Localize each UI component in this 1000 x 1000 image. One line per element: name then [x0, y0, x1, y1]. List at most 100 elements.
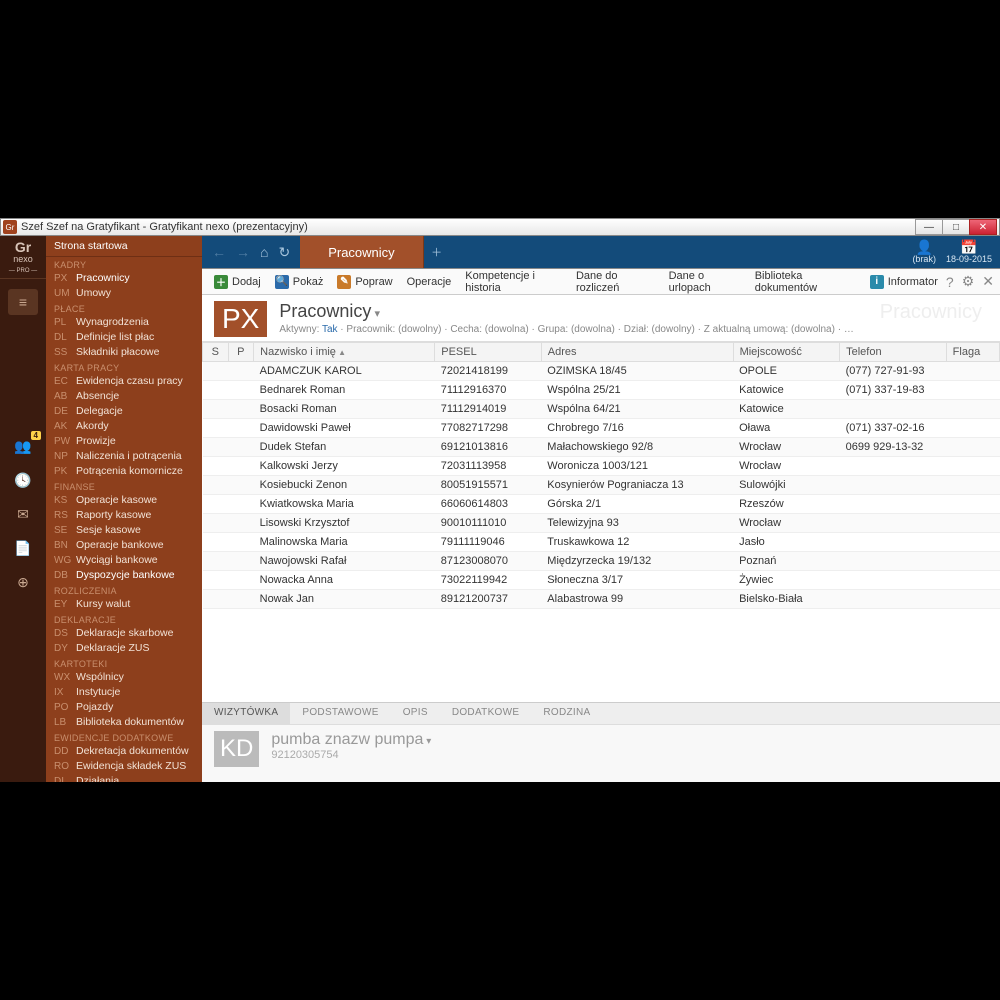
table-row[interactable]: Nowak Jan89121200737Alabastrowa 99Bielsk… — [203, 590, 1000, 609]
nav-back-icon[interactable]: ← — [212, 244, 226, 260]
tab-pracownicy[interactable]: Pracownicy — [300, 236, 423, 268]
sidebar-item[interactable]: ECEwidencja czasu pracy — [46, 374, 202, 389]
sidebar-item[interactable]: IXInstytucje — [46, 685, 202, 700]
app-icon: Gr — [3, 220, 17, 234]
data-grid[interactable]: S P Nazwisko i imię PESEL Adres Miejscow… — [202, 341, 1000, 702]
sidebar-section: KARTA PRACY — [46, 360, 202, 374]
lib-button[interactable]: Biblioteka dokumentów — [749, 268, 862, 296]
table-row[interactable]: Dawidowski Paweł77082717298Chrobrego 7/1… — [203, 419, 1000, 438]
minimize-button[interactable]: — — [915, 219, 943, 235]
table-row[interactable]: Bosacki Roman71112914019Wspólna 64/21Kat… — [203, 400, 1000, 419]
calc-button[interactable]: Dane do rozliczeń — [570, 268, 661, 296]
detail-tab[interactable]: RODZINA — [531, 703, 602, 724]
sidebar-item[interactable]: EYKursy walut — [46, 597, 202, 612]
rail-cert-icon[interactable]: 📄 — [8, 535, 38, 561]
ops-button[interactable]: Operacje — [401, 274, 458, 290]
tab-add-icon[interactable]: ＋ — [424, 236, 450, 268]
badge: 4 — [31, 431, 41, 440]
col-pesel[interactable]: PESEL — [435, 343, 542, 362]
sidebar-item[interactable]: WXWspólnicy — [46, 670, 202, 685]
close-panel-icon[interactable]: ✕ — [982, 273, 994, 290]
detail-tabs: WIZYTÓWKAPODSTAWOWEOPISDODATKOWERODZINA — [202, 702, 1000, 724]
rail-users-icon[interactable]: 👥4 — [8, 433, 38, 459]
table-row[interactable]: Nowacka Anna73022119942Słoneczna 3/17Żyw… — [203, 571, 1000, 590]
sidebar-section: KADRY — [46, 257, 202, 271]
help-icon[interactable]: ? — [946, 274, 954, 290]
sidebar-item[interactable]: WGWyciągi bankowe — [46, 553, 202, 568]
sidebar-item[interactable]: UMUmowy — [46, 286, 202, 301]
table-row[interactable]: Kwiatkowska Maria66060614803Górska 2/1Rz… — [203, 495, 1000, 514]
table-row[interactable]: Malinowska Maria79111119046Truskawkowa 1… — [203, 533, 1000, 552]
sidebar-item[interactable]: DEDelegacje — [46, 404, 202, 419]
sidebar-home[interactable]: Strona startowa — [46, 236, 202, 257]
sidebar-item[interactable]: DDDekretacja dokumentów — [46, 744, 202, 759]
sidebar-item[interactable]: PWProwizje — [46, 434, 202, 449]
sidebar-item[interactable]: RSRaporty kasowe — [46, 508, 202, 523]
table-row[interactable]: Lisowski Krzysztof90010111010Telewizyjna… — [203, 514, 1000, 533]
page-title[interactable]: Pracownicy — [279, 301, 853, 322]
add-button[interactable]: ＋Dodaj — [208, 273, 267, 291]
sidebar-item[interactable]: DIDziałania — [46, 774, 202, 782]
titlebar: Gr Szef Szef na Gratyfikant - Gratyfikan… — [0, 218, 1000, 236]
maximize-button[interactable]: □ — [942, 219, 970, 235]
rail-menu-icon[interactable]: ≡ — [8, 289, 38, 315]
sidebar-item[interactable]: SSSkładniki płacowe — [46, 345, 202, 360]
sidebar-item[interactable]: BNOperacje bankowe — [46, 538, 202, 553]
sidebar-item[interactable]: KSOperacje kasowe — [46, 493, 202, 508]
detail-tab[interactable]: WIZYTÓWKA — [202, 703, 290, 724]
sidebar-section: DEKLARACJE — [46, 612, 202, 626]
vac-button[interactable]: Dane o urlopach — [663, 268, 747, 296]
detail-badge: KD — [214, 731, 259, 767]
table-row[interactable]: Kosiebucki Zenon80051915571Kosynierów Po… — [203, 476, 1000, 495]
sidebar-item[interactable]: LBBiblioteka dokumentów — [46, 715, 202, 730]
watermark: Pracownicy — [880, 301, 988, 324]
sidebar-item[interactable]: DLDefinicje list płac — [46, 330, 202, 345]
table-row[interactable]: Bednarek Roman71112916370Wspólna 25/21Ka… — [203, 381, 1000, 400]
table-row[interactable]: Nawojowski Rafał87123008070Międzyrzecka … — [203, 552, 1000, 571]
gear-icon[interactable]: ⚙ — [962, 273, 975, 290]
edit-button[interactable]: ✎Popraw — [331, 273, 398, 291]
table-row[interactable]: ADAMCZUK KAROL72021418199OZIMSKA 18/45OP… — [203, 362, 1000, 381]
table-row[interactable]: Kalkowski Jerzy72031113958Woronicza 1003… — [203, 457, 1000, 476]
nav-home-icon[interactable]: ⌂ — [260, 244, 268, 260]
sidebar-item[interactable]: DSDeklaracje skarbowe — [46, 626, 202, 641]
show-button[interactable]: 🔍Pokaż — [269, 273, 330, 291]
sidebar-item[interactable]: PXPracownicy — [46, 271, 202, 286]
col-p[interactable]: P — [228, 343, 254, 362]
sidebar-item[interactable]: PLWynagrodzenia — [46, 315, 202, 330]
col-addr[interactable]: Adres — [541, 343, 733, 362]
comp-button[interactable]: Kompetencje i historia — [459, 268, 568, 296]
detail-tab[interactable]: OPIS — [391, 703, 440, 724]
sidebar-item[interactable]: NPNaliczenia i potrącenia — [46, 449, 202, 464]
sidebar-item[interactable]: POPojazdy — [46, 700, 202, 715]
nav-fwd-icon[interactable]: → — [236, 244, 250, 260]
col-s[interactable]: S — [203, 343, 229, 362]
filter-crumbs[interactable]: Aktywny: Tak · Pracownik: (dowolny) · Ce… — [279, 324, 853, 335]
sidebar-item[interactable]: ABAbsencje — [46, 389, 202, 404]
user-button[interactable]: 👤(brak) — [912, 240, 936, 265]
sidebar-item[interactable]: SESesje kasowe — [46, 523, 202, 538]
col-city[interactable]: Miejscowość — [733, 343, 840, 362]
table-row[interactable]: Dudek Stefan69121013816Małachowskiego 92… — [203, 438, 1000, 457]
sidebar-item[interactable]: PKPotrącenia komornicze — [46, 464, 202, 479]
sidebar-item[interactable]: DYDeklaracje ZUS — [46, 641, 202, 656]
close-button[interactable]: ✕ — [969, 219, 997, 235]
sidebar-item[interactable]: ROEwidencja składek ZUS — [46, 759, 202, 774]
col-tel[interactable]: Telefon — [840, 343, 947, 362]
sidebar-section: ROZLICZENIA — [46, 583, 202, 597]
logo: Grnexo— PRO — — [0, 240, 46, 279]
col-flag[interactable]: Flaga — [946, 343, 999, 362]
info-button[interactable]: iInformator — [864, 273, 944, 291]
section-badge: PX — [214, 301, 267, 337]
nav-refresh-icon[interactable]: ↻ — [278, 244, 290, 261]
sidebar-item[interactable]: AKAkordy — [46, 419, 202, 434]
col-name[interactable]: Nazwisko i imię — [254, 343, 435, 362]
rail-mail-icon[interactable]: ✉ — [8, 501, 38, 527]
detail-tab[interactable]: PODSTAWOWE — [290, 703, 390, 724]
sidebar-item[interactable]: DBDyspozycje bankowe — [46, 568, 202, 583]
rail-add-icon[interactable]: ⊕ — [8, 569, 38, 595]
detail-name[interactable]: pumba znazw pumpa — [271, 731, 431, 749]
detail-tab[interactable]: DODATKOWE — [440, 703, 532, 724]
date-button[interactable]: 📅18-09-2015 — [946, 240, 992, 265]
rail-clock-icon[interactable]: 🕓 — [8, 467, 38, 493]
